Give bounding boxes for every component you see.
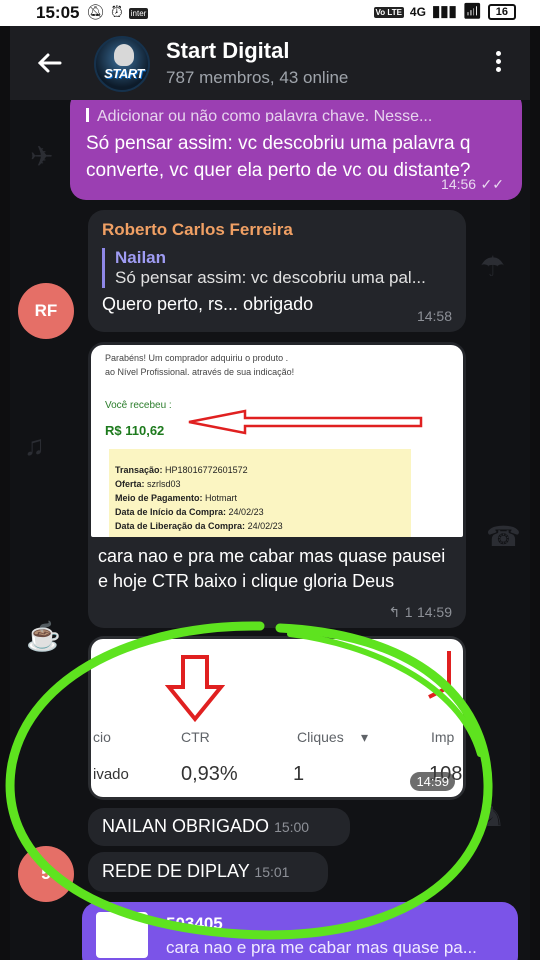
- message-text: NAILAN OBRIGADO: [102, 816, 270, 836]
- mute-icon: 🔕︎: [86, 4, 106, 21]
- volte-icon: Vo LTE: [373, 6, 404, 18]
- app-badge-icon: inter: [128, 7, 149, 19]
- message-time: 14:56: [441, 176, 477, 192]
- doodle-icon: ☎: [486, 521, 521, 552]
- message-time: 14:59: [410, 772, 455, 791]
- avatar[interactable]: 5: [18, 846, 74, 902]
- status-time: 15:05: [36, 3, 80, 22]
- reply-text: Só pensar assim: vc descobriu uma pal...: [115, 268, 426, 287]
- reply-text: cara nao e pra me cabar mas quase pa...: [166, 938, 477, 957]
- message-photo[interactable]: cio CTR Cliques ▾ Imp ivado 0,93% 1 108 …: [88, 636, 466, 800]
- doodle-icon: ☂: [480, 251, 506, 282]
- reply-count-icon[interactable]: ↰: [389, 604, 401, 620]
- screenshot-image[interactable]: Parabéns! Um comprador adquiriu o produt…: [91, 345, 463, 537]
- message-time: 14:59: [416, 604, 452, 620]
- battery-icon: 16: [487, 4, 516, 20]
- column-header: cio: [93, 729, 111, 745]
- reply-quote[interactable]: Nailan Só pensar assim: vc descobriu uma…: [102, 248, 452, 288]
- message-incoming[interactable]: Roberto Carlos Ferreira Nailan Só pensar…: [88, 210, 466, 332]
- reply-author: 503405: [166, 914, 223, 933]
- red-arrow-icon: [188, 409, 423, 435]
- ctr-value: 0,93%: [181, 763, 238, 785]
- read-checks-icon: ✓✓: [480, 176, 504, 192]
- doodle-icon: ☕: [26, 621, 61, 652]
- received-label: Você recebeu :: [105, 400, 172, 411]
- message-outgoing[interactable]: Adicionar ou não como palavra chave. Nes…: [70, 100, 522, 200]
- chat-header: START Start Digital 787 membros, 43 onli…: [10, 26, 530, 100]
- red-down-arrow-icon: [165, 655, 225, 723]
- reply-preview: Adicionar ou não como palavra chave. Nes…: [86, 108, 506, 122]
- message-time: 14:58: [416, 308, 452, 324]
- doodle-icon: ✈: [30, 141, 54, 172]
- wifi-icon: 📶︎: [462, 3, 482, 20]
- signal-icon: ▮▮▮: [431, 3, 457, 20]
- group-avatar[interactable]: START: [94, 36, 150, 92]
- alarm-icon: ⏰︎: [111, 4, 123, 21]
- message-text: REDE DE DIPLAY: [102, 861, 250, 881]
- message-text: cara nao e pra me cabar mas quase pausei…: [98, 546, 446, 591]
- reply-author: Nailan: [115, 248, 167, 267]
- back-arrow-icon[interactable]: [34, 48, 66, 80]
- avatar-logo: START: [104, 66, 144, 81]
- more-menu-icon[interactable]: [488, 48, 508, 80]
- amount-value: R$ 110,62: [105, 423, 165, 438]
- status-bar: 15:05 🔕︎ ⏰︎ inter Vo LTE 4G ▮▮▮ 📶︎ 16: [0, 0, 540, 26]
- red-arrow-icon: [428, 651, 451, 699]
- column-header-ctr: CTR: [181, 729, 210, 745]
- network-label: 4G: [409, 5, 426, 19]
- telegram-window: START Start Digital 787 membros, 43 onli…: [10, 26, 530, 960]
- message-time: 15:00: [274, 819, 310, 835]
- clicks-value: 1: [293, 763, 305, 785]
- column-header-clicks: Cliques: [297, 729, 344, 745]
- column-header: Imp: [431, 729, 455, 745]
- purchase-details: Transação: HP18016772601572 Oferta: szrl…: [109, 449, 411, 537]
- message-time: 15:01: [254, 864, 290, 880]
- message-list[interactable]: ✈ ☂ ♫ ☎ ♞ ☕ Adicionar ou não como palavr…: [10, 100, 530, 960]
- photo-text: Parabéns! Um comprador adquiriu o produt…: [105, 353, 295, 377]
- avatar[interactable]: RF: [18, 283, 74, 339]
- person-icon: [114, 44, 134, 66]
- cell-value: ivado: [93, 766, 129, 783]
- message-outgoing[interactable]: 503405 cara nao e pra me cabar mas quase…: [82, 902, 518, 960]
- sort-down-icon: ▾: [361, 729, 369, 745]
- group-subtitle: 787 membros, 43 online: [166, 68, 349, 87]
- reply-thumbnail: [96, 912, 148, 958]
- sender-name[interactable]: Roberto Carlos Ferreira: [102, 220, 452, 240]
- message-text: Quero perto, rs... obrigado: [102, 294, 314, 314]
- reply-count[interactable]: 1: [405, 604, 413, 620]
- message-photo[interactable]: Parabéns! Um comprador adquiriu o produt…: [88, 342, 466, 628]
- message-incoming[interactable]: NAILAN OBRIGADO 15:00: [88, 808, 350, 846]
- doodle-icon: ♫: [24, 430, 45, 461]
- group-title[interactable]: Start Digital: [166, 38, 289, 64]
- ctr-screenshot-image[interactable]: cio CTR Cliques ▾ Imp ivado 0,93% 1 108 …: [91, 639, 463, 797]
- message-incoming[interactable]: REDE DE DIPLAY 15:01: [88, 852, 328, 892]
- doodle-icon: ♞: [480, 801, 506, 832]
